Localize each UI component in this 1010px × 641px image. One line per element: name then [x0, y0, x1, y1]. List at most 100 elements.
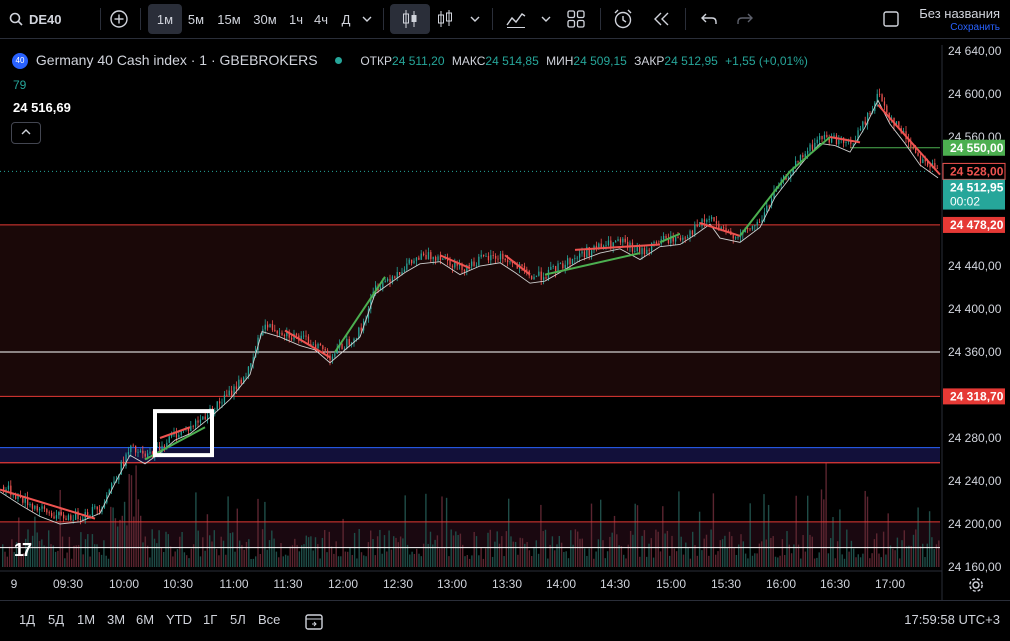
candle-body	[711, 217, 713, 219]
candle-body	[929, 165, 931, 168]
volume-bar	[213, 530, 215, 567]
volume-bar	[126, 525, 128, 567]
tradingview-logo[interactable]: 17	[14, 540, 32, 561]
chart-type-chevron-down-icon[interactable]	[468, 0, 482, 38]
volume-bar	[312, 550, 314, 567]
volume-bar	[673, 548, 675, 567]
time-axis-label: 9	[11, 577, 18, 591]
range-7-button[interactable]: 5Л	[230, 612, 246, 627]
volume-bar	[489, 529, 491, 567]
candle-body	[917, 152, 919, 156]
timeframe-0-button[interactable]: 1м	[148, 4, 182, 34]
volume-bar	[390, 549, 393, 567]
candle-body	[487, 256, 490, 261]
indicator-period[interactable]: 79	[13, 78, 26, 92]
compare-add-icon[interactable]	[108, 0, 130, 38]
volume-bar	[158, 530, 160, 567]
chart-settings-gear-icon[interactable]	[968, 577, 984, 596]
utc-clock[interactable]: 17:59:58 UTC+3	[904, 612, 1000, 627]
volume-bar	[324, 530, 326, 567]
candle-body	[384, 280, 386, 283]
volume-bar	[218, 555, 220, 567]
volume-bar	[360, 552, 363, 567]
candle-body	[394, 276, 396, 278]
volume-bar	[894, 550, 896, 567]
candle-body	[312, 344, 314, 346]
candle-body	[737, 237, 739, 239]
redo-icon[interactable]	[734, 0, 756, 38]
volume-bar	[818, 552, 820, 567]
volume-bar	[740, 534, 742, 567]
volume-bar	[701, 550, 703, 567]
volume-bar	[620, 546, 623, 567]
candles-chart-type-icon[interactable]	[390, 4, 430, 34]
candle-body	[538, 271, 540, 276]
candle-body	[67, 515, 70, 520]
indicators-chevron-down-icon[interactable]	[539, 0, 553, 38]
range-5-button[interactable]: YTD	[166, 612, 192, 627]
layout-checkbox-icon[interactable]	[880, 0, 902, 38]
volume-bar	[289, 546, 291, 567]
goto-date-calendar-icon[interactable]	[302, 601, 326, 641]
volume-bar	[636, 505, 639, 567]
candle-body	[679, 237, 682, 240]
candle-body	[60, 512, 62, 515]
undo-icon[interactable]	[698, 0, 720, 38]
symbol-title[interactable]: Germany 40 Cash index · 1 · GBEBROKERS	[36, 52, 318, 68]
indicators-icon[interactable]	[504, 0, 528, 38]
volume-bar	[924, 557, 926, 567]
range-2-button[interactable]: 1М	[77, 612, 95, 627]
candle-body	[331, 356, 334, 360]
timeframe-5-button[interactable]: 4ч	[306, 4, 336, 34]
volume-bar	[174, 551, 176, 567]
volume-bar	[915, 529, 917, 567]
volume-bar	[236, 508, 238, 567]
price-chart-svg[interactable]: 24 640,0024 600,0024 560,0024 440,0024 4…	[0, 44, 1010, 600]
volume-bar	[418, 553, 420, 567]
candle-body	[358, 327, 360, 339]
candle-body	[399, 272, 401, 275]
volume-bar	[160, 547, 163, 567]
volume-bar	[827, 553, 830, 567]
save-link[interactable]: Сохранить	[919, 22, 1000, 33]
candle-body	[864, 121, 866, 125]
volume-bar	[439, 548, 441, 567]
layout-grid-icon[interactable]	[565, 0, 587, 38]
range-8-button[interactable]: Все	[258, 612, 280, 627]
timeframe-6-button[interactable]: Д	[333, 4, 359, 34]
candle-body	[382, 282, 384, 288]
candle-body	[819, 135, 821, 140]
candle-body	[449, 260, 451, 266]
candle-body	[240, 379, 242, 384]
volume-bar	[503, 556, 505, 567]
range-6-button[interactable]: 1Г	[203, 612, 217, 627]
volume-bar	[682, 554, 685, 567]
volume-bar	[574, 529, 577, 567]
range-1-button[interactable]: 5Д	[48, 612, 64, 627]
collapse-legend-button[interactable]	[11, 122, 41, 144]
chart-pane[interactable]: 24 640,00 24 600,00 24 560,00 24 440,00 24 4…	[0, 44, 1010, 600]
candle-body	[228, 390, 230, 396]
candle-body	[646, 249, 648, 255]
timeframe-3-button[interactable]: 30м	[244, 4, 286, 34]
volume-bar	[278, 557, 280, 567]
range-0-button[interactable]: 1Д	[19, 612, 35, 627]
search-icon[interactable]	[8, 0, 24, 38]
alert-clock-icon[interactable]	[611, 0, 635, 38]
candle-body	[591, 250, 593, 256]
timeframe-dropdown-chevron-down-icon[interactable]	[360, 0, 374, 38]
volume-bar	[466, 554, 468, 567]
volume-bar	[425, 493, 427, 567]
replay-rewind-icon[interactable]	[651, 0, 673, 38]
volume-bar	[4, 551, 6, 567]
price-axis-label: 24 200,00	[948, 517, 1002, 531]
candle-body	[641, 248, 643, 255]
symbol-search-button[interactable]: DE40	[29, 0, 62, 38]
candle-body	[499, 253, 502, 260]
volume-bar	[112, 507, 114, 567]
bar-chart-type-icon[interactable]	[434, 0, 456, 38]
range-4-button[interactable]: 6М	[136, 612, 154, 627]
layout-title[interactable]: Без названия Сохранить	[919, 6, 1000, 33]
volume-bar	[919, 546, 922, 567]
range-3-button[interactable]: 3М	[107, 612, 125, 627]
